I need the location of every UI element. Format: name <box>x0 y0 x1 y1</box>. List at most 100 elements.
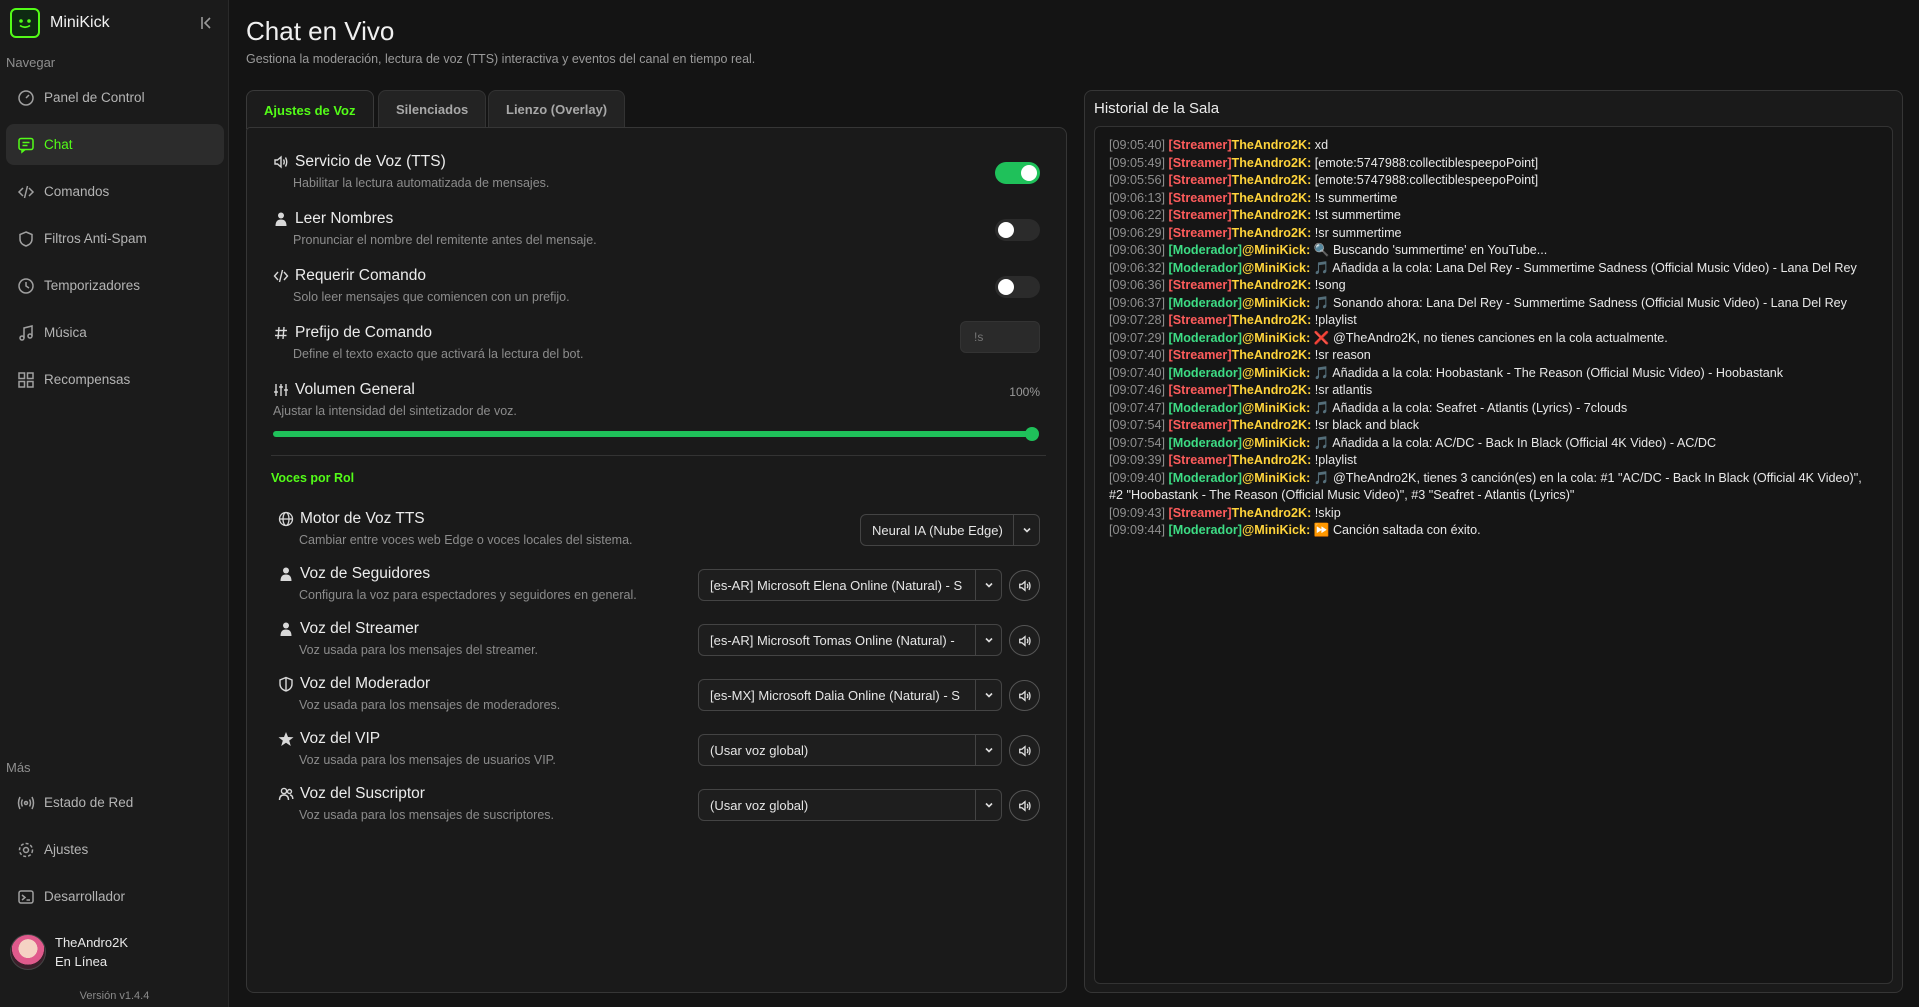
followers-voice-select[interactable]: [es-AR] Microsoft Elena Online (Natural)… <box>698 569 1002 601</box>
message-username: @MiniKick: <box>1242 365 1311 380</box>
voice-settings-panel: Servicio de Voz (TTS) Habilitar la lectu… <box>246 127 1067 993</box>
read-names-toggle[interactable] <box>995 219 1040 241</box>
vip-preview-button[interactable] <box>1009 735 1040 766</box>
shield-icon <box>278 676 294 692</box>
sidebar-item-musica[interactable]: Música <box>6 312 224 353</box>
chat-message: [09:07:40] [Moderador]@MiniKick: 🎵 Añadi… <box>1109 365 1878 383</box>
volume-slider-thumb[interactable] <box>1025 427 1039 441</box>
message-username: TheAndro2K: <box>1231 278 1312 292</box>
message-role: [Streamer] <box>1168 155 1232 170</box>
sidebar-item-recompensas[interactable]: Recompensas <box>6 359 224 400</box>
tts-desc: Habilitar la lectura automatizada de men… <box>293 176 550 190</box>
message-role: [Moderador] <box>1168 435 1242 450</box>
chat-message: [09:05:49] [Streamer]TheAndro2K: [emote:… <box>1109 155 1878 173</box>
moderator-voice-value: [es-MX] Microsoft Dalia Online (Natural)… <box>710 687 960 703</box>
chevron-down-icon[interactable] <box>975 625 1001 655</box>
streamer-preview-button[interactable] <box>1009 625 1040 656</box>
divider <box>271 455 1046 456</box>
chat-icon <box>17 136 35 154</box>
message-username: TheAndro2K: <box>1231 138 1312 152</box>
message-timestamp: [09:05:56] <box>1109 173 1166 187</box>
followers-voice-value: [es-AR] Microsoft Elena Online (Natural)… <box>710 577 963 593</box>
gear-icon <box>17 841 35 859</box>
user-icon <box>278 621 294 637</box>
prefix-setting: Prefijo de Comando Define el texto exact… <box>273 321 1040 361</box>
message-timestamp: [09:09:44] <box>1109 523 1166 537</box>
engine-select[interactable]: Neural IA (Nube Edge) <box>860 514 1040 546</box>
sidebar-item-comandos[interactable]: Comandos <box>6 171 224 212</box>
engine-title: Motor de Voz TTS <box>300 510 425 527</box>
require-command-setting: Requerir Comando Solo leer mensajes que … <box>273 267 1040 304</box>
message-username: @MiniKick: <box>1242 330 1311 345</box>
require-command-toggle[interactable] <box>995 276 1040 298</box>
followers-preview-button[interactable] <box>1009 570 1040 601</box>
chat-message: [09:06:30] [Moderador]@MiniKick: 🔍 Busca… <box>1109 242 1878 260</box>
vip-voice-select[interactable]: (Usar voz global) <box>698 734 1002 766</box>
tts-toggle[interactable] <box>995 162 1040 184</box>
tab-ajustes-voz[interactable]: Ajustes de Voz <box>246 90 374 129</box>
voice-moderator-setting: Voz del Moderador Voz usada para los men… <box>278 675 1040 712</box>
message-timestamp: [09:06:36] <box>1109 278 1166 292</box>
message-username: @MiniKick: <box>1242 400 1311 415</box>
moderator-preview-button[interactable] <box>1009 680 1040 711</box>
sidebar-item-ajustes[interactable]: Ajustes <box>6 829 224 870</box>
chevron-down-icon[interactable] <box>975 680 1001 710</box>
message-text: !sr summertime <box>1314 225 1402 240</box>
chevron-down-icon[interactable] <box>975 735 1001 765</box>
message-text: 🎵 Sonando ahora: Lana Del Rey - Summerti… <box>1313 295 1847 310</box>
globe-icon <box>278 511 294 527</box>
message-text: !sr atlantis <box>1314 383 1373 397</box>
clock-icon <box>17 277 35 295</box>
gauge-icon <box>17 89 35 107</box>
chat-message: [09:09:39] [Streamer]TheAndro2K: !playli… <box>1109 452 1878 470</box>
message-text: ❌ @TheAndro2K, no tienes canciones en la… <box>1313 330 1668 345</box>
message-timestamp: [09:05:49] <box>1109 155 1166 170</box>
message-text: !playlist <box>1314 453 1357 467</box>
tab-silenciados[interactable]: Silenciados <box>378 90 487 128</box>
volume-slider[interactable] <box>273 427 1039 441</box>
subscriber-title: Voz del Suscriptor <box>300 785 425 802</box>
prefix-input[interactable] <box>960 321 1040 353</box>
sidebar-item-desarrollador[interactable]: Desarrollador <box>6 876 224 917</box>
streamer-title: Voz del Streamer <box>300 620 419 637</box>
sidebar-item-filtros[interactable]: Filtros Anti-Spam <box>6 218 224 259</box>
vip-voice-value: (Usar voz global) <box>710 742 809 758</box>
chevron-down-icon[interactable] <box>975 570 1001 600</box>
chevron-down-icon[interactable] <box>975 790 1001 820</box>
sidebar-item-estado-red[interactable]: Estado de Red <box>6 782 224 823</box>
message-role: [Streamer] <box>1168 190 1232 205</box>
chat-message: [09:07:47] [Moderador]@MiniKick: 🎵 Añadi… <box>1109 400 1878 418</box>
chat-history-title: Historial de la Sala <box>1094 100 1220 117</box>
chat-message: [09:06:36] [Streamer]TheAndro2K: !song <box>1109 277 1878 295</box>
message-text: [emote:5747988:collectiblespeepoPoint] <box>1314 155 1539 170</box>
moderator-voice-select[interactable]: [es-MX] Microsoft Dalia Online (Natural)… <box>698 679 1002 711</box>
message-role: [Streamer] <box>1168 313 1232 327</box>
sidebar-item-label: Panel de Control <box>44 90 145 105</box>
chat-message: [09:05:56] [Streamer]TheAndro2K: [emote:… <box>1109 172 1878 190</box>
sidebar-item-temporizadores[interactable]: Temporizadores <box>6 265 224 306</box>
subscriber-voice-value: (Usar voz global) <box>710 797 809 813</box>
chat-message: [09:06:13] [Streamer]TheAndro2K: !s summ… <box>1109 190 1878 208</box>
subscriber-preview-button[interactable] <box>1009 790 1040 821</box>
chat-message: [09:09:43] [Streamer]TheAndro2K: !skip <box>1109 505 1878 523</box>
message-text: !s summertime <box>1314 190 1398 205</box>
sidebar-item-panel[interactable]: Panel de Control <box>6 77 224 118</box>
message-timestamp: [09:09:40] <box>1109 470 1166 485</box>
chevron-down-icon[interactable] <box>1013 515 1039 545</box>
streamer-voice-select[interactable]: [es-AR] Microsoft Tomas Online (Natural)… <box>698 624 1002 656</box>
user-profile[interactable]: TheAndro2K En Línea <box>10 933 128 971</box>
sidebar-item-chat[interactable]: Chat <box>6 124 224 165</box>
chat-message: [09:06:37] [Moderador]@MiniKick: 🎵 Sonan… <box>1109 295 1878 313</box>
tab-lienzo-overlay[interactable]: Lienzo (Overlay) <box>488 90 626 128</box>
message-role: [Streamer] <box>1168 418 1232 432</box>
collapse-sidebar-icon[interactable] <box>198 14 216 32</box>
message-role: [Moderador] <box>1168 330 1242 345</box>
music-icon <box>17 324 35 342</box>
voice-subscriber-setting: Voz del Suscriptor Voz usada para los me… <box>278 785 1040 822</box>
message-timestamp: [09:07:29] <box>1109 330 1166 345</box>
user-icon <box>278 566 294 582</box>
chat-log[interactable]: [09:05:40] [Streamer]TheAndro2K: xd [09:0… <box>1094 126 1893 984</box>
followers-title: Voz de Seguidores <box>300 565 431 582</box>
subscriber-voice-select[interactable]: (Usar voz global) <box>698 789 1002 821</box>
chat-message: [09:05:40] [Streamer]TheAndro2K: xd <box>1109 137 1878 155</box>
